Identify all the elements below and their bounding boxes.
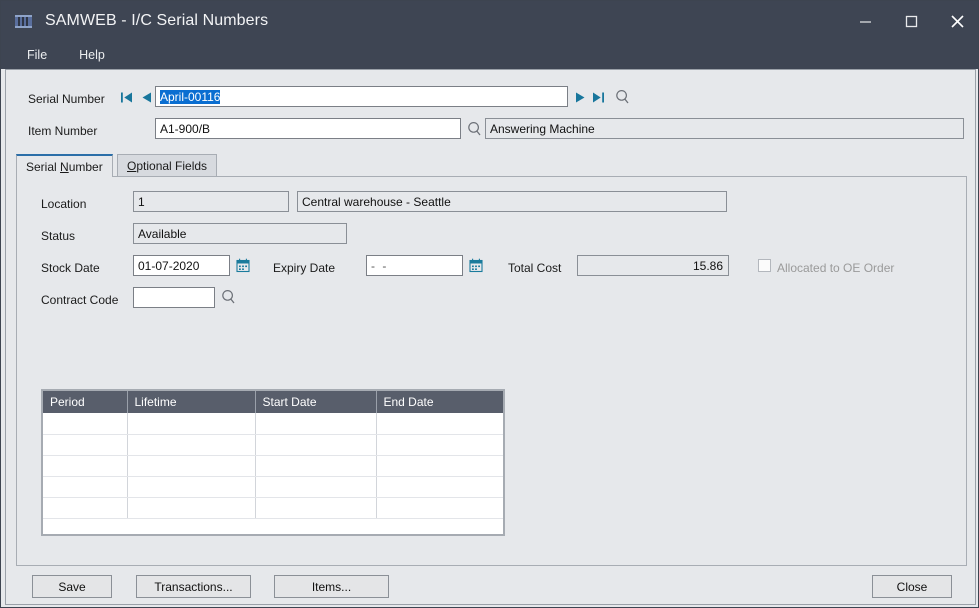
- table-row[interactable]: [43, 413, 503, 435]
- item-number-finder-magnifier-icon[interactable]: [466, 120, 482, 138]
- allocated-to-oe-order-checkbox[interactable]: [758, 259, 771, 272]
- menu-help[interactable]: Help: [69, 45, 115, 65]
- cell-lifetime[interactable]: [127, 455, 256, 477]
- menu-bar: File Help: [1, 41, 978, 69]
- serial-number-tab-panel: Location 1 Central warehouse - Seattle S…: [16, 176, 967, 566]
- serial-number-label: Serial Number: [28, 92, 105, 106]
- expiry-date-value: - -: [371, 259, 389, 273]
- item-number-label: Item Number: [28, 124, 98, 138]
- status-label: Status: [41, 229, 76, 243]
- expiry-date-calendar-icon[interactable]: [468, 256, 483, 274]
- column-header-period[interactable]: Period: [43, 391, 128, 413]
- save-button[interactable]: Save: [32, 575, 112, 598]
- location-label: Location: [41, 197, 87, 211]
- cell-lifetime[interactable]: [127, 497, 256, 519]
- stock-date-input[interactable]: 01-07-2020: [133, 255, 230, 276]
- cell-period[interactable]: [43, 413, 128, 435]
- cell-end-date[interactable]: [376, 413, 503, 435]
- close-button[interactable]: Close: [872, 575, 952, 598]
- cell-lifetime[interactable]: [127, 434, 256, 456]
- minimize-icon[interactable]: [842, 1, 888, 41]
- table-row[interactable]: [43, 476, 503, 498]
- cell-end-date[interactable]: [376, 434, 503, 456]
- column-header-start-date[interactable]: Start Date: [255, 391, 377, 413]
- table-row[interactable]: [43, 455, 503, 477]
- first-record-icon[interactable]: [120, 89, 134, 105]
- cell-period[interactable]: [43, 476, 128, 498]
- cell-end-date[interactable]: [376, 476, 503, 498]
- last-record-icon[interactable]: [592, 89, 606, 105]
- contract-code-finder-magnifier-icon[interactable]: [220, 288, 236, 306]
- serial-number-value: April-00116: [160, 90, 221, 104]
- tab-strip: Serial Number Optional Fields: [16, 154, 967, 177]
- cell-end-date[interactable]: [376, 497, 503, 519]
- contract-code-label: Contract Code: [41, 293, 119, 307]
- window-controls: [842, 1, 978, 41]
- serial-number-input[interactable]: April-00116: [155, 86, 568, 107]
- status-field: Available: [133, 223, 347, 244]
- lifetime-periods-grid[interactable]: Period Lifetime Start Date End Date: [41, 389, 505, 536]
- expiry-date-label: Expiry Date: [273, 261, 336, 275]
- location-description-field: Central warehouse - Seattle: [297, 191, 727, 212]
- cell-lifetime[interactable]: [127, 413, 256, 435]
- next-record-icon[interactable]: [574, 89, 587, 105]
- lifetime-periods-table: Period Lifetime Start Date End Date: [43, 391, 503, 519]
- cell-period[interactable]: [43, 497, 128, 519]
- maximize-icon[interactable]: [888, 1, 934, 41]
- previous-record-icon[interactable]: [140, 89, 153, 105]
- contract-code-input[interactable]: [133, 287, 215, 308]
- tab-serial-number[interactable]: Serial Number: [16, 154, 113, 177]
- table-header-row: Period Lifetime Start Date End Date: [43, 391, 503, 413]
- cell-lifetime[interactable]: [127, 476, 256, 498]
- table-row[interactable]: [43, 434, 503, 456]
- transactions-button[interactable]: Transactions...: [136, 575, 251, 598]
- serial-numbers-window: SAMWEB - I/C Serial Numbers File Help Se…: [0, 0, 979, 608]
- tab-optional-fields-label: Optional Fields: [127, 158, 208, 173]
- tab-optional-fields[interactable]: Optional Fields: [117, 154, 218, 176]
- total-cost-label: Total Cost: [508, 261, 562, 275]
- total-cost-field: 15.86: [577, 255, 729, 276]
- cell-start-date[interactable]: [255, 476, 377, 498]
- item-number-input[interactable]: A1-900/B: [155, 118, 461, 139]
- close-icon[interactable]: [934, 1, 978, 41]
- column-header-lifetime[interactable]: Lifetime: [127, 391, 256, 413]
- cell-period[interactable]: [43, 455, 128, 477]
- cell-start-date[interactable]: [255, 497, 377, 519]
- client-area: Serial Number April-00116 Item Number A1…: [5, 69, 976, 605]
- items-button[interactable]: Items...: [274, 575, 389, 598]
- stock-date-calendar-icon[interactable]: [235, 256, 250, 274]
- allocated-to-oe-order-label: Allocated to OE Order: [777, 261, 895, 275]
- tab-serial-number-label: Serial Number: [26, 159, 103, 174]
- cell-period[interactable]: [43, 434, 128, 456]
- table-row[interactable]: [43, 497, 503, 519]
- cell-start-date[interactable]: [255, 413, 377, 435]
- item-description-field: Answering Machine: [485, 118, 964, 139]
- location-code-field: 1: [133, 191, 289, 212]
- serial-number-finder-magnifier-icon[interactable]: [614, 88, 630, 106]
- cell-start-date[interactable]: [255, 455, 377, 477]
- window-title: SAMWEB - I/C Serial Numbers: [45, 12, 269, 29]
- stock-date-label: Stock Date: [41, 261, 100, 275]
- menu-file[interactable]: File: [17, 45, 57, 65]
- expiry-date-input[interactable]: - -: [366, 255, 463, 276]
- barcode-icon: [15, 14, 32, 28]
- cell-end-date[interactable]: [376, 455, 503, 477]
- column-header-end-date[interactable]: End Date: [376, 391, 503, 413]
- cell-start-date[interactable]: [255, 434, 377, 456]
- title-bar: SAMWEB - I/C Serial Numbers: [1, 1, 978, 41]
